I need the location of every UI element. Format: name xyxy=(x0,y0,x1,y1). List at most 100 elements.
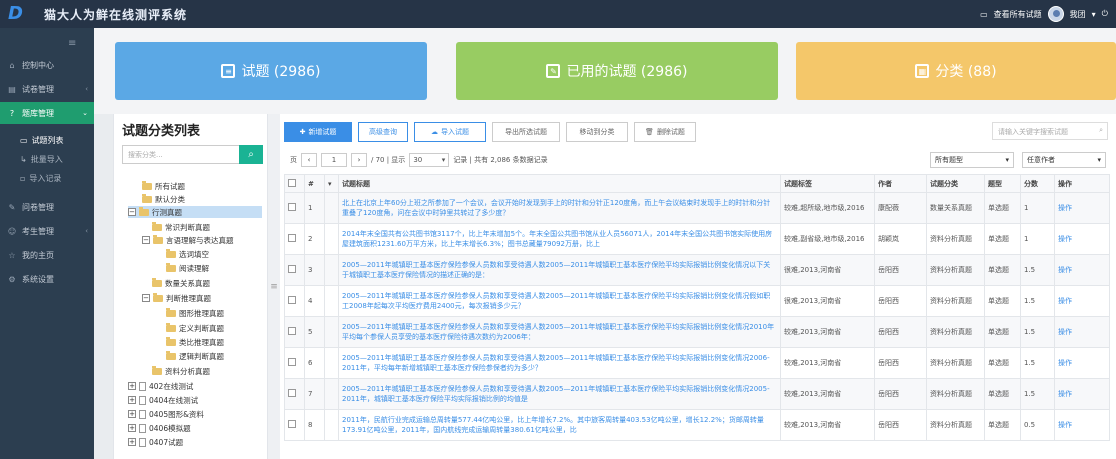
tree-search-input[interactable]: 搜索分类... xyxy=(122,145,240,164)
tree-node[interactable]: 选词填空 xyxy=(166,248,209,260)
question-type-select[interactable]: 所有题型 ▾ xyxy=(930,152,1014,168)
chevron-down-icon: ⌄ xyxy=(82,109,88,117)
table-row[interactable]: 5 2005—2011年城镇职工基本医疗保险参保人员数和享受待遇人数2005—20… xyxy=(284,316,1110,348)
tree-node[interactable]: 资料分析真题 xyxy=(152,365,210,377)
sidebar-item-homepage[interactable]: ☆ 我的主页 xyxy=(0,244,94,266)
tree-node[interactable]: 逻辑判断真题 xyxy=(166,350,224,362)
author-select[interactable]: 任意作者 ▾ xyxy=(1022,152,1106,168)
tree-node[interactable]: +0406模拟题 xyxy=(128,422,191,434)
table-row[interactable]: 6 2005—2011年城镇职工基本医疗保险参保人员数和享受待遇人数2005—20… xyxy=(284,347,1110,379)
table-row[interactable]: 2 2014年末全国共有公共图书馆3117个，比上年末增加5个。年末全国公共图书馆… xyxy=(284,223,1110,255)
sidebar-subitem-import-log[interactable]: ▫ 导入记录 xyxy=(0,169,94,187)
tree-node-selected[interactable]: − 行测真题 xyxy=(128,206,262,218)
tree-node[interactable]: 数量关系真题 xyxy=(152,277,210,289)
user-name[interactable]: 我团 xyxy=(1070,9,1086,20)
table-row[interactable]: 4 2005—2011年城镇职工基本医疗保险参保人员数和享受待遇人数2005—20… xyxy=(284,285,1110,317)
advanced-search-button[interactable]: 高级查询 xyxy=(358,122,408,142)
power-icon[interactable]: ⏻ xyxy=(1102,9,1108,19)
chevron-left-icon: ‹ xyxy=(85,227,88,235)
chevron-down-icon[interactable]: ▾ xyxy=(1092,10,1096,19)
select-all-checkbox[interactable] xyxy=(288,178,296,187)
sidebar-subitem-batch-import[interactable]: ↳ 批量导入 xyxy=(0,150,94,168)
file-icon xyxy=(139,409,146,419)
view-all-link[interactable]: 查看所有试题 xyxy=(994,9,1042,20)
move-to-category-button[interactable]: 移动到分类 xyxy=(566,122,628,142)
question-tags: 很难,2013,河南省 xyxy=(780,285,875,317)
import-questions-button[interactable]: ☁ 导入试题 xyxy=(414,122,486,142)
tree-node[interactable]: 图形推理真题 xyxy=(166,307,224,319)
question-title-link[interactable]: 2011年，民航行业完成运输总周转量577.44亿吨公里，比上年增长7.2%。其… xyxy=(338,409,781,441)
row-action-link[interactable]: 操作 xyxy=(1054,254,1110,286)
sidebar-item-question-bank[interactable]: ? 题库管理 ⌄ xyxy=(0,102,94,124)
tree-node[interactable]: 常识判断真题 xyxy=(152,221,210,233)
question-title-link[interactable]: 2005—2011年城镇职工基本医疗保险参保人员数和享受待遇人数2005—201… xyxy=(338,347,781,379)
app-logo: D xyxy=(8,3,23,24)
prev-page-button[interactable]: ‹ xyxy=(301,153,317,167)
page-size-select[interactable]: 30 ▾ xyxy=(409,153,450,167)
sidebar-item-control[interactable]: ⌂ 控制中心 xyxy=(0,54,94,76)
tree-node[interactable]: − 言语理解与表达真题 xyxy=(142,234,234,246)
row-checkbox[interactable] xyxy=(288,234,296,242)
card-categories[interactable]: ▦ 分类 (88) xyxy=(796,42,1116,100)
keyword-search-input[interactable]: 请输入关键字搜索试题 ⌕ xyxy=(992,122,1108,140)
question-title-link[interactable]: 北上在北京上年60分上班之所参加了一个会议，会议开始时发现到手上的时针和分针正1… xyxy=(338,192,781,224)
tree-node[interactable]: +0407试题 xyxy=(128,436,183,448)
row-action-link[interactable]: 操作 xyxy=(1054,409,1110,441)
table-row[interactable]: 1 北上在北京上年60分上班之所参加了一个会议，会议开始时发现到手上的时针和分针正… xyxy=(284,192,1110,224)
row-action-link[interactable]: 操作 xyxy=(1054,378,1110,410)
folder-open-icon xyxy=(153,234,163,244)
category-tree-panel: 试题分类列表 搜索分类... ⌕ 所有试题 默认分类 − 行测真题 常识判断真题 … xyxy=(113,114,268,459)
avatar[interactable] xyxy=(1047,6,1064,22)
tree-node[interactable]: 类比推理真题 xyxy=(166,336,224,348)
search-icon: ⌕ xyxy=(1099,126,1103,134)
row-checkbox[interactable] xyxy=(288,389,296,397)
sidebar-item-papers[interactable]: ▤ 试卷管理 ‹ xyxy=(0,78,94,100)
row-action-link[interactable]: 操作 xyxy=(1054,285,1110,317)
table-row[interactable]: 7 2005—2011年城镇职工基本医疗保险参保人员数和享受待遇人数2005—20… xyxy=(284,378,1110,410)
tree-node[interactable]: 所有试题 xyxy=(142,180,185,192)
row-checkbox[interactable] xyxy=(288,327,296,335)
table-row[interactable]: 8 2011年，民航行业完成运输总周转量577.44亿吨公里，比上年增长7.2%。… xyxy=(284,409,1110,441)
sidebar-subitem-question-list[interactable]: ▭ 试题列表 xyxy=(0,131,94,149)
plus-icon: ✚ xyxy=(299,128,306,136)
tree-node[interactable]: 定义判断真题 xyxy=(166,322,224,334)
tree-node[interactable]: +402在线测试 xyxy=(128,380,193,392)
row-checkbox[interactable] xyxy=(288,203,296,211)
question-title-link[interactable]: 2014年末全国共有公共图书馆3117个，比上年末增加5个。年末全国公共图书馆从… xyxy=(338,223,781,255)
file-icon xyxy=(139,423,146,433)
row-checkbox[interactable] xyxy=(288,420,296,428)
question-title-link[interactable]: 2005—2011年城镇职工基本医疗保险参保人员数和享受待遇人数2005—201… xyxy=(338,285,781,317)
table-row[interactable]: 3 2005—2011年城镇职工基本医疗保险参保人员数和享受待遇人数2005—20… xyxy=(284,254,1110,286)
question-title-link[interactable]: 2005—2011年城镇职工基本医疗保险参保人员数和享受待遇人数2005—201… xyxy=(338,316,781,348)
row-action-link[interactable]: 操作 xyxy=(1054,223,1110,255)
page-input[interactable]: 1 xyxy=(321,153,347,167)
row-checkbox[interactable] xyxy=(288,296,296,304)
new-question-button[interactable]: ✚ 新增试题 xyxy=(284,122,352,142)
row-checkbox[interactable] xyxy=(288,358,296,366)
tree-node[interactable]: 默认分类 xyxy=(142,193,185,205)
export-selected-button[interactable]: 导出所选试题 xyxy=(492,122,560,142)
row-checkbox[interactable] xyxy=(288,265,296,273)
tree-node[interactable]: 阅读理解 xyxy=(166,262,209,274)
question-tags: 较难,副省级,地市级,2016 xyxy=(780,223,875,255)
tree-node[interactable]: +0405图形&资料 xyxy=(128,408,204,420)
card-questions[interactable]: ≡ 试题 (2986) xyxy=(115,42,427,100)
sidebar-item-settings[interactable]: ⚙ 系统设置 xyxy=(0,268,94,290)
search-button[interactable]: ⌕ xyxy=(239,145,263,164)
row-action-link[interactable]: 操作 xyxy=(1054,316,1110,348)
sort-icon[interactable]: ▾ xyxy=(324,174,339,193)
question-title-link[interactable]: 2005—2011年城镇职工基本医疗保险参保人员数和享受待遇人数2005—201… xyxy=(338,254,781,286)
tree-node[interactable]: − 判断推理真题 xyxy=(142,292,211,304)
sidebar-item-survey[interactable]: ✎ 问卷管理 xyxy=(0,196,94,218)
delete-questions-button[interactable]: 🗑 删除试题 xyxy=(634,122,696,142)
card-used-questions[interactable]: ✎ 已用的试题 (2986) xyxy=(456,42,778,100)
panel-resize-handle[interactable]: ≡ xyxy=(268,114,280,459)
question-title-link[interactable]: 2005—2011年城镇职工基本医疗保险参保人员数和享受待遇人数2005—201… xyxy=(338,378,781,410)
menu-toggle-icon[interactable]: ≡ xyxy=(68,38,76,49)
row-action-link[interactable]: 操作 xyxy=(1054,192,1110,224)
file-icon xyxy=(139,437,146,447)
next-page-button[interactable]: › xyxy=(351,153,367,167)
tree-node[interactable]: +0404在线测试 xyxy=(128,394,198,406)
sidebar-item-examinees[interactable]: ☺ 考生管理 ‹ xyxy=(0,220,94,242)
row-action-link[interactable]: 操作 xyxy=(1054,347,1110,379)
